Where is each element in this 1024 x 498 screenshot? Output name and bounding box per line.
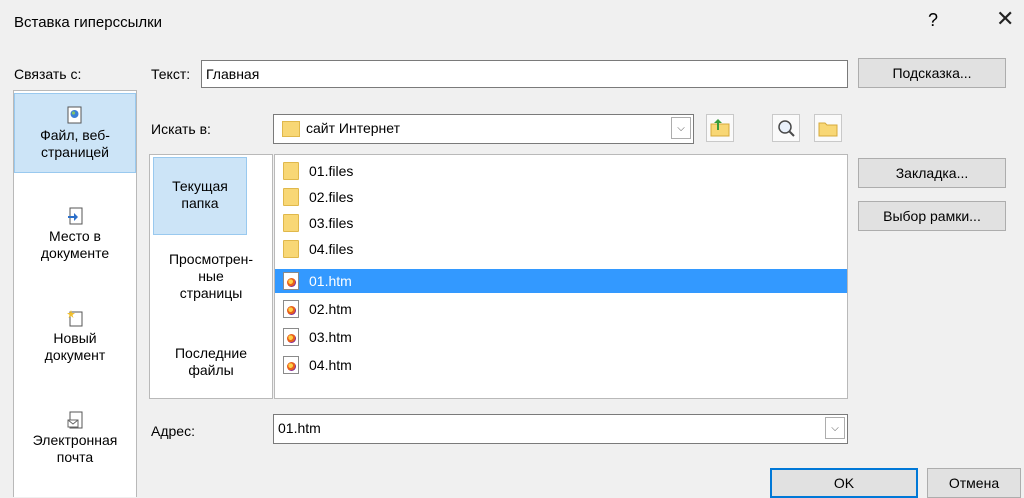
address-label: Адрес: [151, 423, 195, 439]
list-item-selected[interactable]: 01.htm [275, 269, 847, 293]
place-label: Текущая [172, 178, 228, 194]
list-item[interactable]: 01.files [283, 159, 847, 183]
folder-icon [282, 121, 300, 137]
link-to-label: Связать с: [14, 66, 82, 82]
file-name: 03.htm [309, 329, 352, 345]
sidebar-item-place-in-doc[interactable]: Место в документе [14, 207, 136, 277]
file-name: 02.files [309, 189, 354, 205]
place-label: Просмотрен- [168, 251, 254, 267]
place-label: файлы [188, 362, 234, 378]
dialog-title: Вставка гиперссылки [14, 14, 163, 31]
sidebar-item-label: страницей [40, 144, 109, 160]
sidebar-item-email[interactable]: Электронная почта [14, 411, 136, 481]
browse-web-button[interactable] [772, 114, 800, 142]
place-label: Последние [174, 345, 247, 361]
place-label: ные [198, 268, 224, 284]
cancel-button[interactable]: Отмена [927, 468, 1021, 498]
file-web-icon [67, 106, 82, 124]
html-file-icon [283, 328, 299, 346]
sidebar-item-label: Новый [53, 330, 97, 346]
folder-icon [283, 240, 299, 258]
folder-icon [283, 162, 299, 180]
look-in-label: Искать в: [151, 121, 211, 137]
browse-web-icon [778, 120, 795, 137]
file-name: 04.htm [309, 357, 352, 373]
file-list[interactable]: 01.files 02.files 03.files 04.files 01.h… [274, 154, 848, 399]
html-file-icon [283, 272, 299, 290]
text-label: Текст: [151, 66, 191, 82]
email-icon [67, 411, 83, 429]
list-item[interactable]: 04.htm [283, 353, 847, 377]
chevron-down-icon[interactable]: ⌵ [671, 117, 691, 139]
list-item[interactable]: 02.files [283, 185, 847, 209]
up-folder-icon [710, 119, 730, 137]
chevron-down-icon[interactable]: ⌵ [825, 417, 845, 439]
places-bar: Текущая папка Просмотрен- ные страницы П… [149, 154, 273, 399]
list-item[interactable]: 03.files [283, 211, 847, 235]
sidebar-item-label: почта [56, 449, 94, 465]
file-name: 04.files [309, 241, 354, 257]
look-in-value: сайт Интернет [306, 120, 400, 136]
sidebar-item-label: Место в [49, 228, 101, 244]
browse-file-icon [818, 122, 838, 137]
file-name: 03.files [309, 215, 354, 231]
sidebar-item-new-document[interactable]: Новый документ [14, 309, 136, 379]
place-label: папка [181, 195, 219, 211]
place-in-document-icon [68, 207, 83, 225]
help-icon[interactable]: ? [928, 10, 938, 31]
file-name: 01.files [309, 163, 354, 179]
folder-icon [283, 188, 299, 206]
place-browsed-pages[interactable]: Просмотрен- ные страницы [150, 251, 272, 311]
link-type-sidebar: Файл, веб- страницей Место в документе Н… [13, 90, 137, 497]
list-item[interactable]: 02.htm [283, 297, 847, 321]
up-folder-button[interactable] [706, 114, 734, 142]
target-frame-button[interactable]: Выбор рамки... [858, 201, 1006, 231]
sidebar-item-label: Электронная [32, 432, 118, 448]
look-in-combobox[interactable]: сайт Интернет ⌵ [273, 114, 694, 144]
file-name: 02.htm [309, 301, 352, 317]
new-document-icon [67, 310, 83, 327]
close-icon[interactable]: ✕ [996, 6, 1014, 32]
ok-button[interactable]: OK [770, 468, 918, 498]
address-combobox[interactable]: 01.htm ⌵ [273, 414, 848, 444]
browse-file-button[interactable] [814, 114, 842, 142]
place-recent-files[interactable]: Последние файлы [150, 345, 272, 385]
folder-icon [283, 214, 299, 232]
list-item[interactable]: 03.htm [283, 325, 847, 349]
sidebar-item-file-web[interactable]: Файл, веб- страницей [14, 93, 136, 173]
sidebar-item-label: документе [40, 245, 110, 261]
html-file-icon [283, 356, 299, 374]
screentip-button[interactable]: Подсказка... [858, 58, 1006, 88]
html-file-icon [283, 300, 299, 318]
bookmark-button[interactable]: Закладка... [858, 158, 1006, 188]
address-value: 01.htm [278, 420, 321, 436]
file-name: 01.htm [309, 273, 352, 289]
sidebar-item-label: Файл, веб- [40, 127, 110, 143]
display-text-input[interactable]: Главная [201, 60, 848, 88]
sidebar-item-label: документ [44, 347, 106, 363]
list-item[interactable]: 04.files [283, 237, 847, 261]
place-current-folder[interactable]: Текущая папка [153, 157, 247, 235]
place-label: страницы [179, 285, 243, 301]
